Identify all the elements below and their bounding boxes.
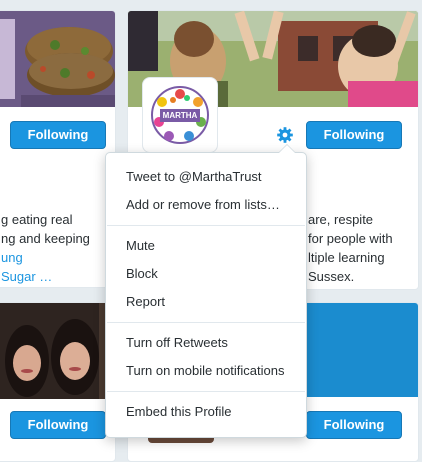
menu-divider [107,225,305,226]
profile-card-top-left: Following g eating real ng and keeping u… [0,10,116,288]
bio-line-1: are, respite [308,212,374,227]
menu-item-turn-off-retweets[interactable]: Turn off Retweets [106,329,306,357]
bio-line-3: ltiple learning [308,250,385,265]
bio-line-2: ng and keeping [1,231,90,246]
logo-text: MARTHA [162,111,198,120]
menu-caret-fill [279,145,295,153]
following-button[interactable]: Following [306,121,402,149]
menu-item-block[interactable]: Block [106,260,306,288]
avatar[interactable]: MARTHA [142,77,218,153]
following-button[interactable]: Following [10,411,106,439]
following-button[interactable]: Following [10,121,106,149]
menu-divider [107,322,305,323]
header-image-food [0,11,115,107]
menu-item-embed-profile[interactable]: Embed this Profile [106,398,306,426]
bio-link-2[interactable]: Sugar … [1,267,52,286]
profile-card-bottom-left: Following [0,302,116,462]
bio-line-2: for people with [308,231,393,246]
menu-divider [107,391,305,392]
profile-actions-menu: Tweet to @MarthaTrust Add or remove from… [105,144,307,438]
bio-line-4: Sussex. [308,269,355,284]
menu-item-mobile-notifications[interactable]: Turn on mobile notifications [106,357,306,385]
bio-line-1: g eating real [1,212,73,227]
bio-link-1[interactable]: ung [1,248,23,267]
gear-icon[interactable] [276,126,294,144]
menu-item-tweet-to[interactable]: Tweet to @MarthaTrust [106,163,306,191]
menu-item-mute[interactable]: Mute [106,232,306,260]
header-image-portrait [0,303,115,399]
following-button[interactable]: Following [306,411,402,439]
menu-item-report[interactable]: Report [106,288,306,316]
menu-item-add-remove-lists[interactable]: Add or remove from lists… [106,191,306,219]
